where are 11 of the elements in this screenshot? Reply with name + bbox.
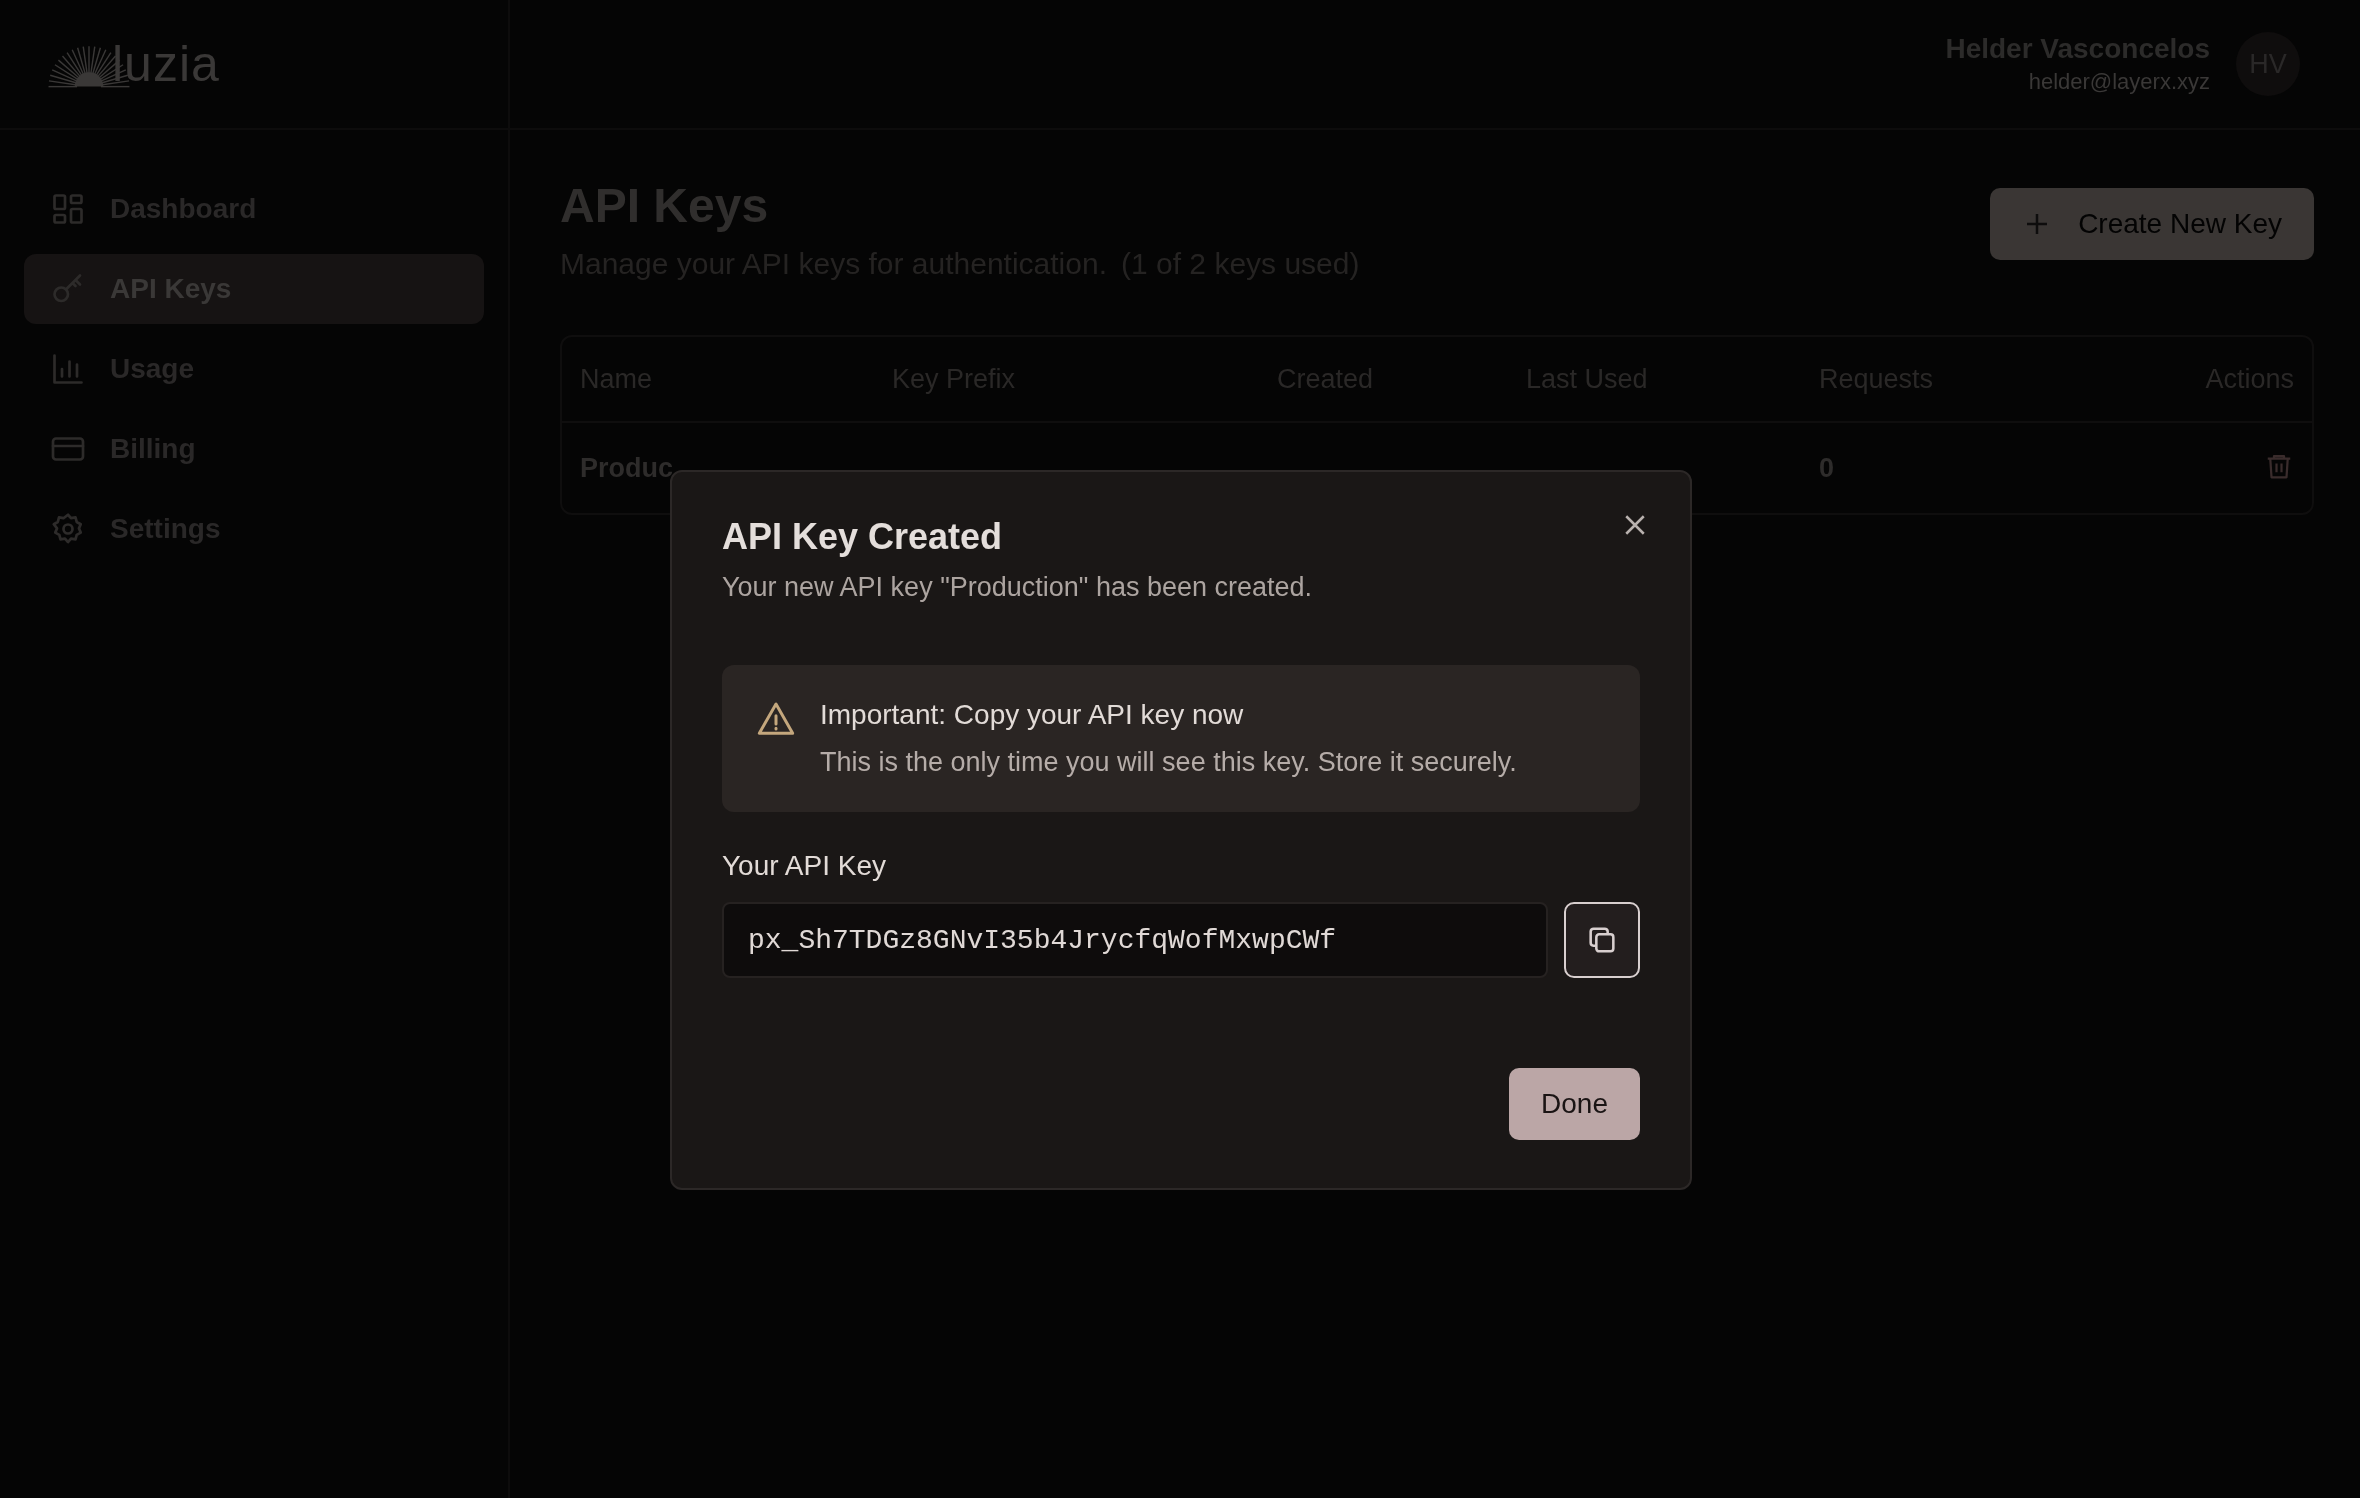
create-key-button[interactable]: Create New Key [1990,188,2314,260]
done-button[interactable]: Done [1509,1068,1640,1140]
dialog-description: Your new API key "Production" has been created. [722,572,1314,603]
api-key-field[interactable]: px_Sh7TDGz8GNvI35b4JrycfqWofMxwpCWf [722,902,1548,978]
dialog-title: API Key Created [722,516,1003,558]
dashboard-icon [50,191,86,227]
alert-message: This is the only time you will see this key. Store it securely. [820,747,1517,778]
bar-chart-icon [50,351,86,387]
field-label: Your API Key [722,850,887,882]
copy-button[interactable] [1564,902,1640,978]
alert-title: Important: Copy your API key now [820,699,1245,731]
